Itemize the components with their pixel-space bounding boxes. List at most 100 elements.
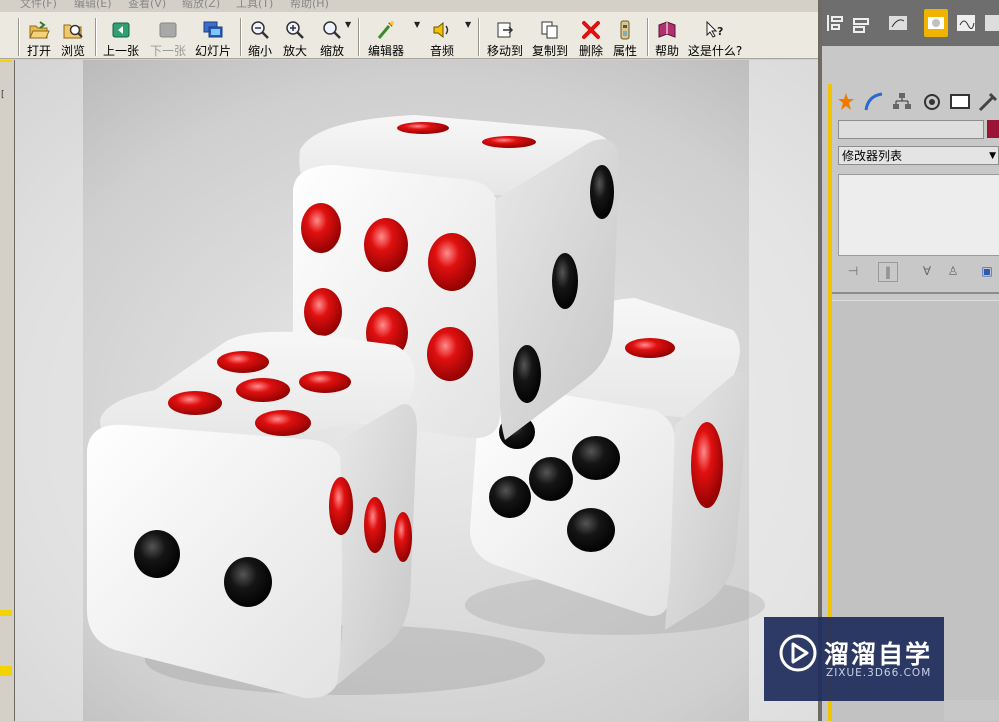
delete-label: 删除 <box>578 44 603 58</box>
die-pip-red <box>482 136 536 148</box>
svg-text:?: ? <box>717 25 723 38</box>
make-unique-icon[interactable]: ∀ <box>918 262 936 280</box>
show-end-result-icon[interactable]: ‖ <box>878 262 898 282</box>
curve-editor-icon[interactable] <box>886 9 910 37</box>
configure-modifier-sets-icon[interactable]: ▣ <box>978 262 996 280</box>
copy-to-button[interactable]: 复制到 <box>530 16 570 58</box>
zoom-out-button[interactable]: 缩小 <box>245 16 275 58</box>
modifier-list-label: 修改器列表 <box>842 149 903 163</box>
move-to-button[interactable]: 移动到 <box>484 16 526 58</box>
toolbar-separator <box>95 18 97 56</box>
slideshow-button[interactable]: 幻灯片 <box>193 16 233 58</box>
slideshow-label: 幻灯片 <box>194 44 231 58</box>
die-pip-black <box>513 345 541 403</box>
delete-button[interactable]: 删除 <box>576 16 606 58</box>
align-icon[interactable] <box>824 9 848 37</box>
whats-this-button[interactable]: ? 这是什么? <box>686 16 744 58</box>
render-setup-icon[interactable] <box>954 9 978 37</box>
slideshow-icon <box>203 21 223 38</box>
create-tab-icon[interactable] <box>834 90 858 114</box>
utilities-tab-icon[interactable] <box>976 90 999 114</box>
die-pip-red <box>427 327 473 381</box>
delete-x-icon <box>582 21 600 39</box>
zoom-dropdown-icon[interactable]: ▼ <box>345 20 351 29</box>
menu-zoom[interactable]: 缩放(Z) <box>182 0 220 11</box>
previous-image-button[interactable]: 上一张 <box>100 16 142 58</box>
layer-manager-icon[interactable] <box>850 9 874 37</box>
help-book-icon <box>658 21 676 38</box>
die-pip-black <box>552 253 578 309</box>
menu-file[interactable]: 文件(F) <box>20 0 57 11</box>
modifier-stack[interactable] <box>838 174 999 256</box>
audio-button[interactable]: 音频 <box>424 16 460 58</box>
die-pip-black <box>134 530 180 578</box>
display-tab-icon[interactable] <box>948 90 972 114</box>
watermark-title: 溜溜自学 <box>824 640 933 669</box>
chevron-down-icon: ▼ <box>989 151 996 161</box>
audio-dropdown-icon[interactable]: ▼ <box>465 20 471 29</box>
toolbar-separator <box>647 18 649 56</box>
whats-this-label: 这是什么? <box>687 44 743 58</box>
die-pip-black <box>224 557 272 607</box>
zoom-button[interactable]: 缩放 <box>315 16 349 58</box>
image-canvas <box>14 60 819 721</box>
editor-label: 编辑器 <box>367 44 404 58</box>
menu-help[interactable]: 帮助(H) <box>290 0 329 11</box>
die-pip-black <box>590 165 614 219</box>
copy-to-icon <box>541 21 558 39</box>
toolbar-separator <box>478 18 480 56</box>
previous-image-label: 上一张 <box>102 44 139 58</box>
zoom-in-label: 放大 <box>282 44 307 58</box>
die-pip-red <box>304 288 342 336</box>
die-pip-red <box>397 122 449 134</box>
browse-folder-icon <box>63 24 83 39</box>
browse-label: 浏览 <box>60 44 85 58</box>
motion-tab-icon[interactable] <box>920 90 944 114</box>
object-color-swatch[interactable] <box>987 120 999 138</box>
menu-tools[interactable]: 工具(T) <box>236 0 273 11</box>
copy-to-label: 复制到 <box>531 44 568 58</box>
stack-tools-row: ⊣ ‖ ∀ ♙ ▣ <box>838 260 999 284</box>
die-pip-red <box>299 371 351 393</box>
speaker-icon <box>433 21 449 39</box>
properties-icon <box>620 20 630 40</box>
die-pip-red <box>329 477 353 535</box>
toolbar: 打开 浏览 上一张 下一张 幻灯片 缩小 放大 缩放 ▼ 编辑器 ▼ 音频 ▼ … <box>0 12 822 59</box>
zoom-in-button[interactable]: 放大 <box>280 16 310 58</box>
pin-stack-icon[interactable]: ⊣ <box>844 262 862 280</box>
toolbar-separator <box>18 18 20 56</box>
command-panel-tabs <box>832 88 999 116</box>
play-logo-icon <box>779 634 817 672</box>
die-pip-red <box>168 391 222 415</box>
properties-button[interactable]: 属性 <box>610 16 640 58</box>
panel-separator <box>832 292 999 294</box>
die-pip-red <box>394 512 412 562</box>
dice-render-image <box>15 60 819 721</box>
die-pip-red <box>236 378 290 402</box>
hierarchy-tab-icon[interactable] <box>890 90 914 114</box>
editor-button[interactable]: 编辑器 <box>364 16 408 58</box>
render-icon[interactable] <box>982 9 999 37</box>
open-button[interactable]: 打开 <box>24 16 54 58</box>
menu-view[interactable]: 查看(V) <box>128 0 166 11</box>
die-pip-red <box>691 422 723 508</box>
menu-edit[interactable]: 编辑(E) <box>74 0 112 11</box>
modifier-list-dropdown[interactable]: 修改器列表 ▼ <box>838 146 999 165</box>
max-command-panel: 修改器列表 ▼ ⊣ ‖ ∀ ♙ ▣ <box>822 0 999 722</box>
editor-dropdown-icon[interactable]: ▼ <box>414 20 420 29</box>
help-label: 帮助 <box>654 44 679 58</box>
material-editor-icon[interactable] <box>924 9 948 37</box>
die-pip-black <box>529 457 573 501</box>
remove-modifier-icon[interactable]: ♙ <box>944 262 962 280</box>
die-pip-black <box>489 476 531 518</box>
modify-tab-icon[interactable] <box>862 90 886 114</box>
next-image-button[interactable]: 下一张 <box>147 16 189 58</box>
viewport-navigation-controls[interactable] <box>944 700 999 721</box>
open-folder-icon <box>29 21 50 39</box>
browse-button[interactable]: 浏览 <box>58 16 88 58</box>
watermark-url: ZIXUE.3D66.COM <box>826 667 932 679</box>
object-name-field[interactable] <box>838 120 984 139</box>
gutter-highlight <box>0 60 12 62</box>
whats-this-icon: ? <box>706 20 723 38</box>
help-button[interactable]: 帮助 <box>652 16 682 58</box>
